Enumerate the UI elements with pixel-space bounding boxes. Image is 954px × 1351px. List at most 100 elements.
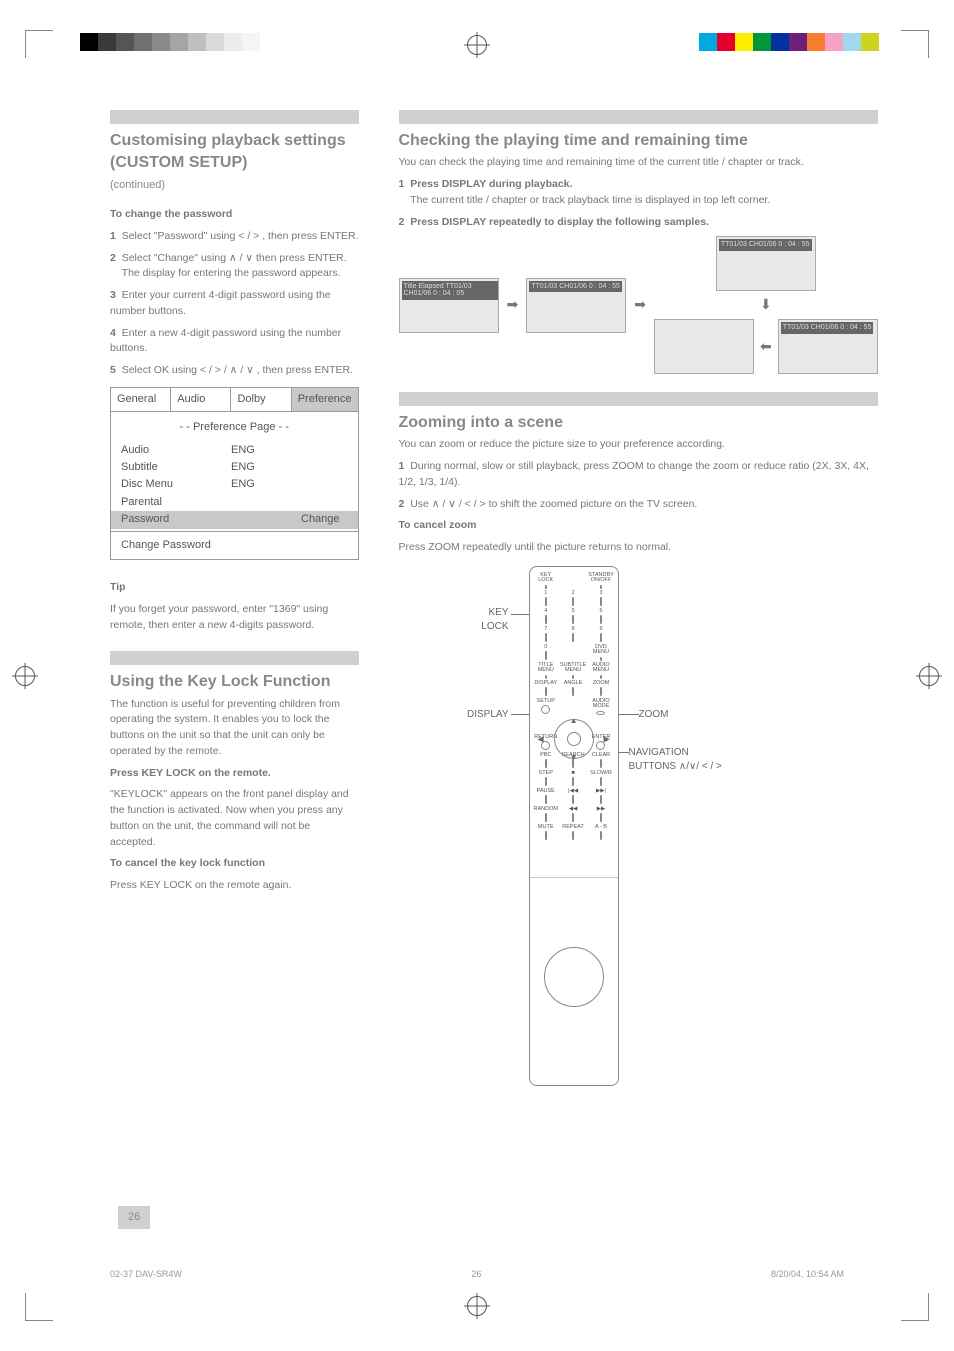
osd-row: AudioENG	[121, 442, 348, 459]
callout-display: DISPLAY	[429, 708, 509, 722]
osd-row: SubtitleENG	[121, 459, 348, 476]
osd-overlay: TT01/03 CH01/06 0 : 04 : 55	[719, 239, 812, 251]
remote-button: A - B	[588, 825, 613, 841]
remote-button: SUBTITLE MENU	[560, 663, 586, 679]
osd-tab: General	[111, 388, 171, 411]
crop-mark	[901, 1293, 929, 1321]
osd-tab: Audio	[171, 388, 231, 411]
callout-nav: NAVIGATION BUTTONS ∧/∨/ < / >	[629, 746, 722, 774]
remote-button: 8	[560, 627, 586, 643]
step-text: Press DISPLAY repeatedly to display the …	[410, 216, 709, 228]
arrow-right-icon: ➡	[634, 295, 646, 315]
remote-button: ZOOM	[588, 681, 613, 697]
section-bar	[399, 392, 878, 406]
osd-page-title: - - Preference Page - -	[121, 420, 348, 435]
section-body: Press ZOOM repeatedly until the picture …	[399, 540, 878, 556]
step-text: Select "Password" using < / > , then pre…	[122, 230, 359, 242]
section-title: Zooming into a scene	[399, 412, 878, 434]
remote-button: TITLE MENU	[534, 663, 558, 679]
remote-button: REPEAT	[560, 825, 586, 841]
remote-button: AUDIO MODE	[588, 699, 613, 715]
step-note: The current title / chapter or track pla…	[410, 194, 770, 206]
page-number: 26	[118, 1206, 150, 1229]
section-body: You can check the playing time and remai…	[399, 155, 878, 171]
remote-button: SETUP	[534, 699, 558, 715]
registration-mark-icon	[467, 1296, 487, 1316]
callout-line	[617, 714, 639, 715]
remote-button: AUDIO MENU	[588, 663, 613, 679]
step-text: Select "Change" using ∧ / ∨ then press E…	[122, 252, 347, 264]
remote-button: 0	[534, 645, 558, 661]
osd-menu: GeneralAudioDolbyPreference - - Preferen…	[110, 387, 359, 560]
remote-button: PAUSE	[534, 789, 558, 805]
remote-button: ◀◀	[560, 807, 586, 823]
crop-mark	[25, 30, 53, 58]
remote-button: 4	[534, 609, 558, 625]
tv-sequence: Title Elapsed TT01/03 CH01/06 0 : 04 : 0…	[399, 236, 878, 374]
arrow-right-icon: ➡	[507, 295, 519, 315]
osd-tab: Dolby	[231, 388, 291, 411]
osd-overlay: TT01/03 CH01/06 0 : 04 : 55	[529, 281, 622, 293]
osd-footer: Change Password	[111, 531, 358, 559]
tip-label: Tip	[110, 581, 126, 593]
remote-button: 7	[534, 627, 558, 643]
footer-center: 26	[471, 1268, 481, 1281]
step-text: During normal, slow or still playback, p…	[399, 460, 869, 488]
remote-button: STANDBY ON/OFF	[588, 573, 613, 589]
remote-nav-pad: ▲▼◀▶	[534, 717, 614, 761]
footer-left: 02-37 DAV-SR4W	[110, 1268, 182, 1281]
step-note: "KEYLOCK" appears on the front panel dis…	[110, 787, 359, 850]
remote-button: DISPLAY	[534, 681, 558, 697]
remote-button	[560, 573, 586, 589]
remote-button: DVD MENU	[588, 645, 613, 661]
step-text: Press KEY LOCK on the remote.	[110, 767, 271, 779]
remote-button: ANGLE	[560, 681, 586, 697]
step-text: Enter your current 4-digit password usin…	[110, 289, 331, 317]
remote-button: ▶▶|	[588, 789, 613, 805]
remote-button: 6	[588, 609, 613, 625]
arrow-down-icon: ⬇	[760, 295, 772, 315]
remote-button: 1	[534, 591, 558, 607]
remote-button: RANDOM	[534, 807, 558, 823]
crop-mark	[25, 1293, 53, 1321]
remote-button: ▶▶	[588, 807, 613, 823]
osd-overlay: TT01/03 CH01/06 0 : 04 : 55	[781, 322, 874, 334]
section-body: The function is useful for preventing ch…	[110, 697, 359, 760]
remote-button: 9	[588, 627, 613, 643]
arrow-left-icon: ⬅	[760, 337, 772, 357]
color-bar	[80, 33, 296, 51]
osd-row: Parental	[121, 494, 348, 511]
right-column: Checking the playing time and remaining …	[399, 110, 878, 1146]
section-title: Using the Key Lock Function	[110, 671, 359, 693]
subsection-title: To cancel the key lock function	[110, 857, 265, 869]
hand-holding-remote-icon	[544, 947, 604, 1007]
registration-mark-icon	[15, 666, 35, 686]
color-bar	[699, 33, 879, 51]
osd-tab: Preference	[292, 388, 358, 411]
section-title: Customising playback settings (CUSTOM SE…	[110, 130, 359, 175]
tip-body: If you forget your password, enter "1369…	[110, 602, 359, 634]
footer-right: 8/20/04, 10:54 AM	[771, 1268, 844, 1281]
remote-button: |◀◀	[560, 789, 586, 805]
crop-mark	[901, 30, 929, 58]
left-column: Customising playback settings (CUSTOM SE…	[110, 110, 359, 1146]
osd-row: PasswordChange	[111, 511, 358, 528]
step-text: Select OK using < / > / ∧ / ∨ , then pre…	[122, 364, 353, 376]
section-subtitle: (continued)	[110, 178, 359, 193]
section-body: Press KEY LOCK on the remote again.	[110, 878, 359, 894]
remote-button	[560, 645, 586, 661]
print-footer: 02-37 DAV-SR4W 26 8/20/04, 10:54 AM	[110, 1268, 844, 1281]
registration-mark-icon	[919, 666, 939, 686]
subsection-title: To cancel zoom	[399, 519, 477, 531]
callout-keylock: KEY LOCK	[439, 606, 509, 634]
section-body: You can zoom or reduce the picture size …	[399, 437, 878, 453]
remote-button: SLOW/R	[588, 771, 613, 787]
remote-button: 3	[588, 591, 613, 607]
step-text: Use ∧ / ∨ / < / > to shift the zoomed pi…	[410, 498, 697, 510]
remote-button: KEY LOCK	[534, 573, 558, 589]
remote-button: 5	[560, 609, 586, 625]
section-bar	[110, 110, 359, 124]
section-title: Checking the playing time and remaining …	[399, 130, 878, 152]
remote-button: MUTE	[534, 825, 558, 841]
osd-overlay: Title Elapsed TT01/03 CH01/06 0 : 04 : 0…	[402, 281, 498, 300]
